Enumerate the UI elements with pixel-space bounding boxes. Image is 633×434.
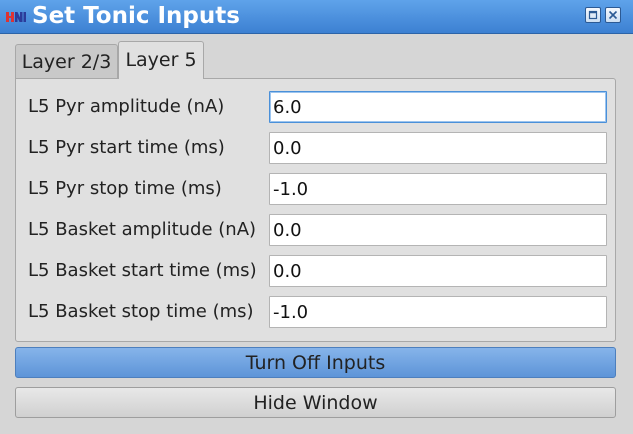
l5-basket-amplitude-input[interactable] xyxy=(269,214,607,246)
hnn-logo-icon xyxy=(6,12,26,22)
l5-pyr-start-time-input[interactable] xyxy=(269,132,607,164)
close-button[interactable] xyxy=(605,7,621,23)
tab-panel-layer-5: L5 Pyr amplitude (nA) L5 Pyr start time … xyxy=(15,78,616,342)
l5-basket-start-time-input[interactable] xyxy=(269,255,607,287)
tab-layer-2-3[interactable]: Layer 2/3 xyxy=(15,44,118,78)
field-row-l5-basket-stop-time: L5 Basket stop time (ms) xyxy=(16,296,615,328)
l5-pyr-stop-time-input[interactable] xyxy=(269,173,607,205)
turn-off-inputs-button[interactable]: Turn Off Inputs xyxy=(15,347,616,378)
field-row-l5-pyr-start-time: L5 Pyr start time (ms) xyxy=(16,132,615,164)
l5-pyr-amplitude-label: L5 Pyr amplitude (nA) xyxy=(28,96,225,117)
l5-basket-stop-time-label: L5 Basket stop time (ms) xyxy=(28,301,254,322)
field-row-l5-pyr-amplitude: L5 Pyr amplitude (nA) xyxy=(16,91,615,123)
tab-layer-5[interactable]: Layer 5 xyxy=(118,41,204,79)
maximize-icon xyxy=(588,10,598,20)
hide-window-button[interactable]: Hide Window xyxy=(15,387,616,418)
l5-basket-stop-time-input[interactable] xyxy=(269,296,607,328)
dialog-window: Set Tonic Inputs Layer 2/3 Layer 5 L5 Py… xyxy=(0,0,633,434)
l5-pyr-start-time-label: L5 Pyr start time (ms) xyxy=(28,137,225,158)
l5-pyr-stop-time-label: L5 Pyr stop time (ms) xyxy=(28,178,222,199)
l5-pyr-amplitude-input[interactable] xyxy=(269,91,607,123)
title-bar[interactable]: Set Tonic Inputs xyxy=(0,0,633,34)
field-row-l5-basket-start-time: L5 Basket start time (ms) xyxy=(16,255,615,287)
l5-basket-amplitude-label: L5 Basket amplitude (nA) xyxy=(28,219,257,240)
l5-basket-start-time-label: L5 Basket start time (ms) xyxy=(28,260,257,281)
close-icon xyxy=(608,10,618,20)
maximize-button[interactable] xyxy=(585,7,601,23)
field-row-l5-pyr-stop-time: L5 Pyr stop time (ms) xyxy=(16,173,615,205)
window-title: Set Tonic Inputs xyxy=(32,3,240,29)
field-row-l5-basket-amplitude: L5 Basket amplitude (nA) xyxy=(16,214,615,246)
